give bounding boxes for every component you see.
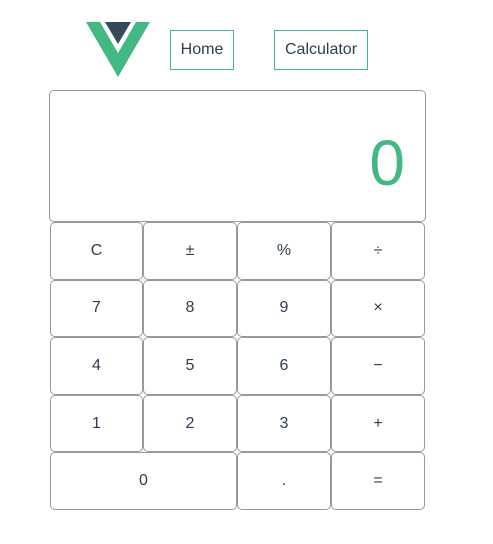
digit-3-button[interactable]: 3	[237, 394, 331, 453]
digit-5-button[interactable]: 5	[143, 337, 237, 395]
clear-button[interactable]: C	[50, 222, 143, 280]
calculator-keypad: C ± % ÷ 7 8 9 × 4 5 6 − 1 2 3 + 0 . =	[50, 222, 426, 510]
divide-button[interactable]: ÷	[331, 222, 425, 280]
digit-8-button[interactable]: 8	[143, 279, 237, 338]
toggle-sign-button[interactable]: ±	[143, 222, 237, 280]
digit-7-button[interactable]: 7	[50, 279, 143, 338]
calculator-display: 0	[49, 90, 426, 222]
digit-0-button[interactable]: 0	[50, 452, 237, 510]
digit-2-button[interactable]: 2	[143, 394, 237, 453]
multiply-button[interactable]: ×	[331, 279, 425, 338]
calculator: 0 C ± % ÷ 7 8 9 × 4 5 6 − 1 2 3 + 0 . =	[49, 90, 426, 510]
percent-button[interactable]: %	[237, 222, 331, 280]
decimal-point-button[interactable]: .	[237, 452, 331, 510]
home-nav-button[interactable]: Home	[170, 30, 234, 70]
vue-logo-icon	[86, 22, 150, 77]
digit-9-button[interactable]: 9	[237, 279, 331, 338]
display-value: 0	[369, 127, 405, 199]
add-button[interactable]: +	[331, 394, 425, 453]
digit-6-button[interactable]: 6	[237, 337, 331, 395]
calculator-nav-button[interactable]: Calculator	[274, 30, 368, 70]
subtract-button[interactable]: −	[331, 337, 425, 395]
equals-button[interactable]: =	[331, 452, 425, 510]
digit-1-button[interactable]: 1	[50, 394, 143, 453]
digit-4-button[interactable]: 4	[50, 337, 143, 395]
